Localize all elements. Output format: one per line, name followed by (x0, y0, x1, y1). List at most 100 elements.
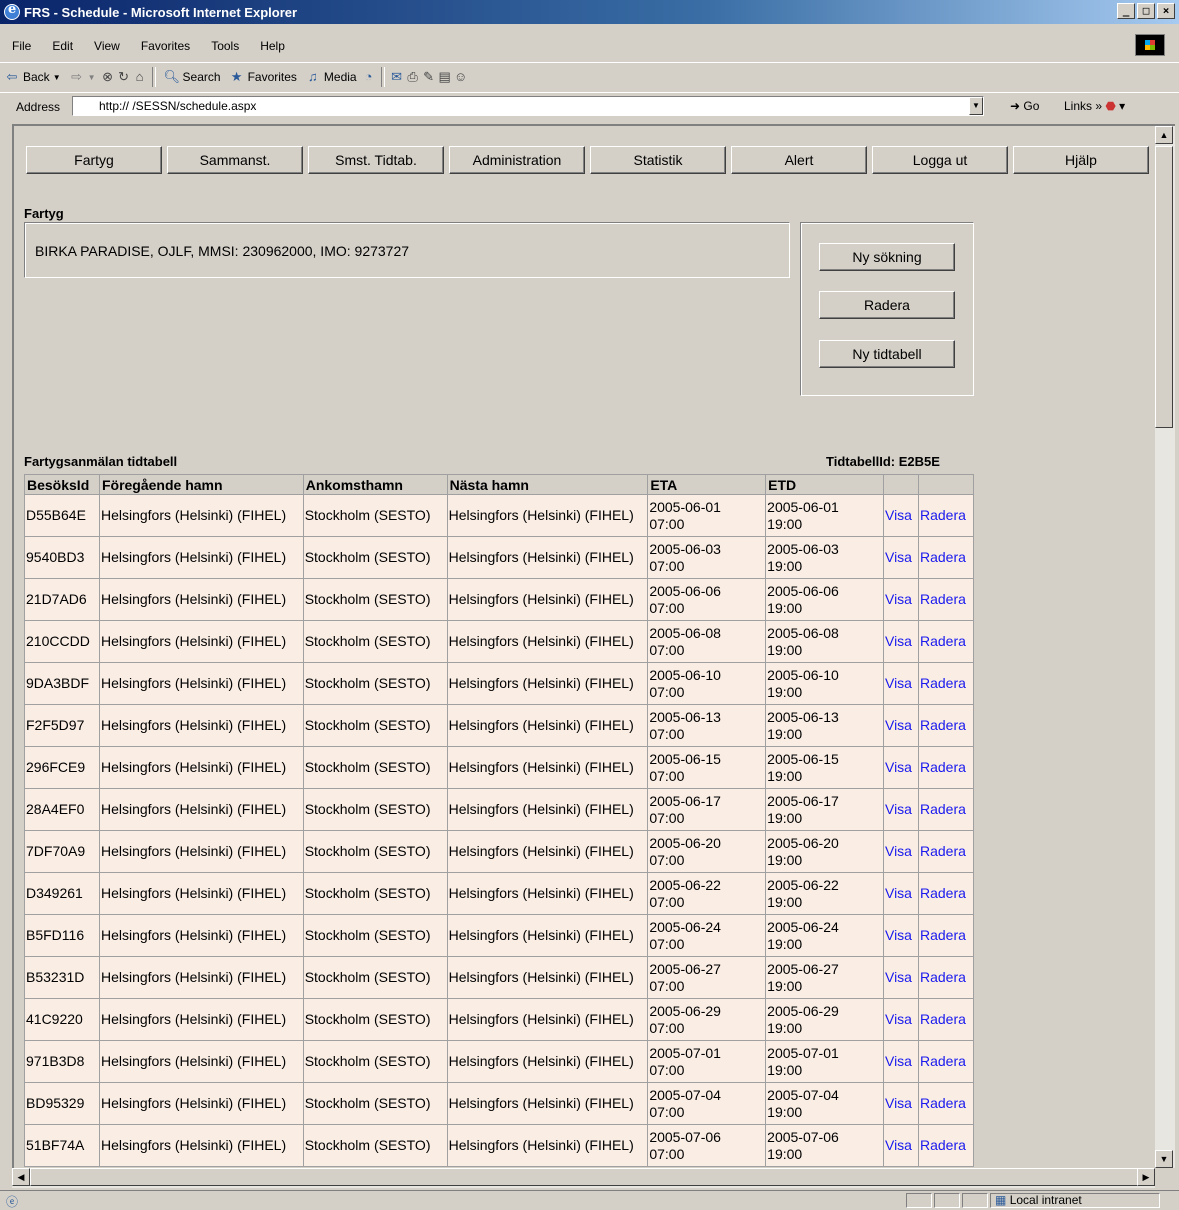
horizontal-scroll-thumb[interactable] (30, 1168, 1140, 1186)
vertical-scrollbar[interactable]: ▲ ▼ (1155, 124, 1175, 1168)
view-link[interactable]: Visa (882, 998, 919, 1041)
history-icon[interactable]: ◔ (361, 69, 377, 85)
view-link[interactable]: Visa (882, 830, 919, 873)
view-link[interactable]: Visa (882, 578, 919, 621)
table-row: B53231D Helsingfors (Helsinki) (FIHEL) Sto… (24, 956, 975, 999)
search-button[interactable]: 🔍︎ Search (164, 69, 221, 85)
delete-link[interactable]: Radera (917, 1082, 975, 1125)
cell-previous-port: Helsingfors (Helsinki) (FIHEL) (98, 662, 304, 705)
delete-link[interactable]: Radera (917, 998, 975, 1041)
cell-besoksid: 9540BD3 (24, 536, 100, 579)
new-search-button[interactable]: Ny sökning (819, 243, 955, 271)
title-bar[interactable]: FRS - Schedule - Microsoft Internet Expl… (0, 0, 1179, 24)
cell-next-port: Helsingfors (Helsinki) (FIHEL) (446, 914, 649, 957)
stop-icon[interactable]: ⊗ (100, 69, 116, 85)
view-link[interactable]: Visa (882, 1040, 919, 1083)
go-button[interactable]: ➜ Go (1010, 99, 1039, 113)
address-dropdown-icon[interactable]: ▼ (969, 97, 983, 115)
view-link[interactable]: Visa (882, 536, 919, 579)
forward-dropdown-icon[interactable]: ▼ (88, 73, 96, 82)
nav-fartyg-button[interactable]: Fartyg (26, 146, 162, 174)
print-icon[interactable]: ⎙ (405, 69, 421, 85)
back-arrow-icon: ⇦ (6, 69, 18, 84)
nav-sammanst-button[interactable]: Sammanst. (167, 146, 303, 174)
etd-date: 2005-06-27 (767, 960, 839, 977)
delete-link[interactable]: Radera (917, 830, 975, 873)
view-link[interactable]: Visa (882, 1082, 919, 1125)
view-link[interactable]: Visa (882, 746, 919, 789)
ie-logo-icon (4, 2, 20, 20)
vertical-scroll-thumb[interactable] (1155, 146, 1173, 428)
delete-link[interactable]: Radera (917, 746, 975, 789)
delete-link[interactable]: Radera (917, 914, 975, 957)
discuss-icon[interactable]: ▤ (437, 69, 453, 85)
delete-link[interactable]: Radera (917, 662, 975, 705)
view-link[interactable]: Visa (882, 788, 919, 831)
view-link[interactable]: Visa (882, 956, 919, 999)
delete-link[interactable]: Radera (917, 620, 975, 663)
nav-smst-tidtab-button[interactable]: Smst. Tidtab. (308, 146, 444, 174)
horizontal-scrollbar[interactable]: ◀ ▶ (12, 1168, 1155, 1188)
links-button[interactable]: Links » ⬣ ▾ (1064, 99, 1125, 113)
delete-link[interactable]: Radera (917, 1040, 975, 1083)
view-link[interactable]: Visa (882, 1124, 919, 1167)
address-input[interactable]: http:// /SESSN/schedule.aspx (72, 96, 984, 116)
view-link[interactable]: Visa (882, 704, 919, 747)
nav-logga-ut-button[interactable]: Logga ut (872, 146, 1008, 174)
forward-button[interactable]: ⇨ ▼ (69, 69, 96, 85)
etd-date: 2005-06-13 (767, 708, 839, 725)
edit-icon[interactable]: ✎ (421, 69, 437, 85)
back-button[interactable]: ⇦ Back ▼ (4, 69, 61, 85)
scroll-right-icon[interactable]: ▶ (1137, 1168, 1155, 1186)
delete-link[interactable]: Radera (917, 788, 975, 831)
toolbar-separator (380, 67, 385, 87)
delete-link[interactable]: Radera (917, 578, 975, 621)
back-dropdown-icon[interactable]: ▼ (53, 73, 61, 82)
nav-hjalp-button[interactable]: Hjälp (1013, 146, 1149, 174)
menu-favorites[interactable]: Favorites (141, 39, 190, 53)
back-label: Back (23, 70, 50, 84)
menu-help[interactable]: Help (260, 39, 285, 53)
menu-edit[interactable]: Edit (52, 39, 73, 53)
view-link[interactable]: Visa (882, 914, 919, 957)
new-schedule-button[interactable]: Ny tidtabell (819, 340, 955, 368)
menu-tools[interactable]: Tools (211, 39, 239, 53)
view-link[interactable]: Visa (882, 494, 919, 537)
scroll-down-icon[interactable]: ▼ (1155, 1150, 1173, 1168)
close-button[interactable]: × (1157, 3, 1175, 19)
maximize-button[interactable]: □ (1137, 3, 1155, 19)
etd-time: 19:00 (767, 1019, 803, 1036)
nav-administration-button[interactable]: Administration (449, 146, 585, 174)
delete-link[interactable]: Radera (917, 536, 975, 579)
refresh-icon[interactable]: ↻ (116, 69, 132, 85)
delete-link[interactable]: Radera (917, 704, 975, 747)
delete-link[interactable]: Radera (917, 956, 975, 999)
messenger-icon[interactable]: ☺ (453, 69, 469, 85)
links-label: Links (1064, 99, 1093, 113)
favorites-button[interactable]: ★ Favorites (229, 69, 297, 85)
scroll-up-icon[interactable]: ▲ (1155, 126, 1173, 144)
view-link[interactable]: Visa (882, 620, 919, 663)
menu-view[interactable]: View (94, 39, 120, 53)
delete-button[interactable]: Radera (819, 291, 955, 319)
menu-file[interactable]: File (12, 39, 31, 53)
home-icon[interactable]: ⌂ (132, 69, 148, 85)
mail-icon[interactable]: ✉ (389, 69, 405, 85)
etd-date: 2005-07-06 (767, 1128, 839, 1145)
cell-eta: 2005-07-06 07:00 (647, 1124, 767, 1167)
etd-date: 2005-06-15 (767, 750, 839, 767)
eta-time: 07:00 (649, 515, 685, 532)
minimize-button[interactable]: _ (1117, 3, 1135, 19)
delete-link[interactable]: Radera (917, 1124, 975, 1167)
nav-alert-button[interactable]: Alert (731, 146, 867, 174)
view-link[interactable]: Visa (882, 872, 919, 915)
media-button[interactable]: ♫ Media (305, 69, 357, 85)
cell-next-port: Helsingfors (Helsinki) (FIHEL) (446, 872, 649, 915)
search-icon: 🔍︎ (163, 69, 181, 84)
cell-etd: 2005-07-06 19:00 (765, 1124, 884, 1167)
delete-link[interactable]: Radera (917, 872, 975, 915)
nav-statistik-button[interactable]: Statistik (590, 146, 726, 174)
view-link[interactable]: Visa (882, 662, 919, 705)
scroll-left-icon[interactable]: ◀ (12, 1168, 30, 1186)
delete-link[interactable]: Radera (917, 494, 975, 537)
